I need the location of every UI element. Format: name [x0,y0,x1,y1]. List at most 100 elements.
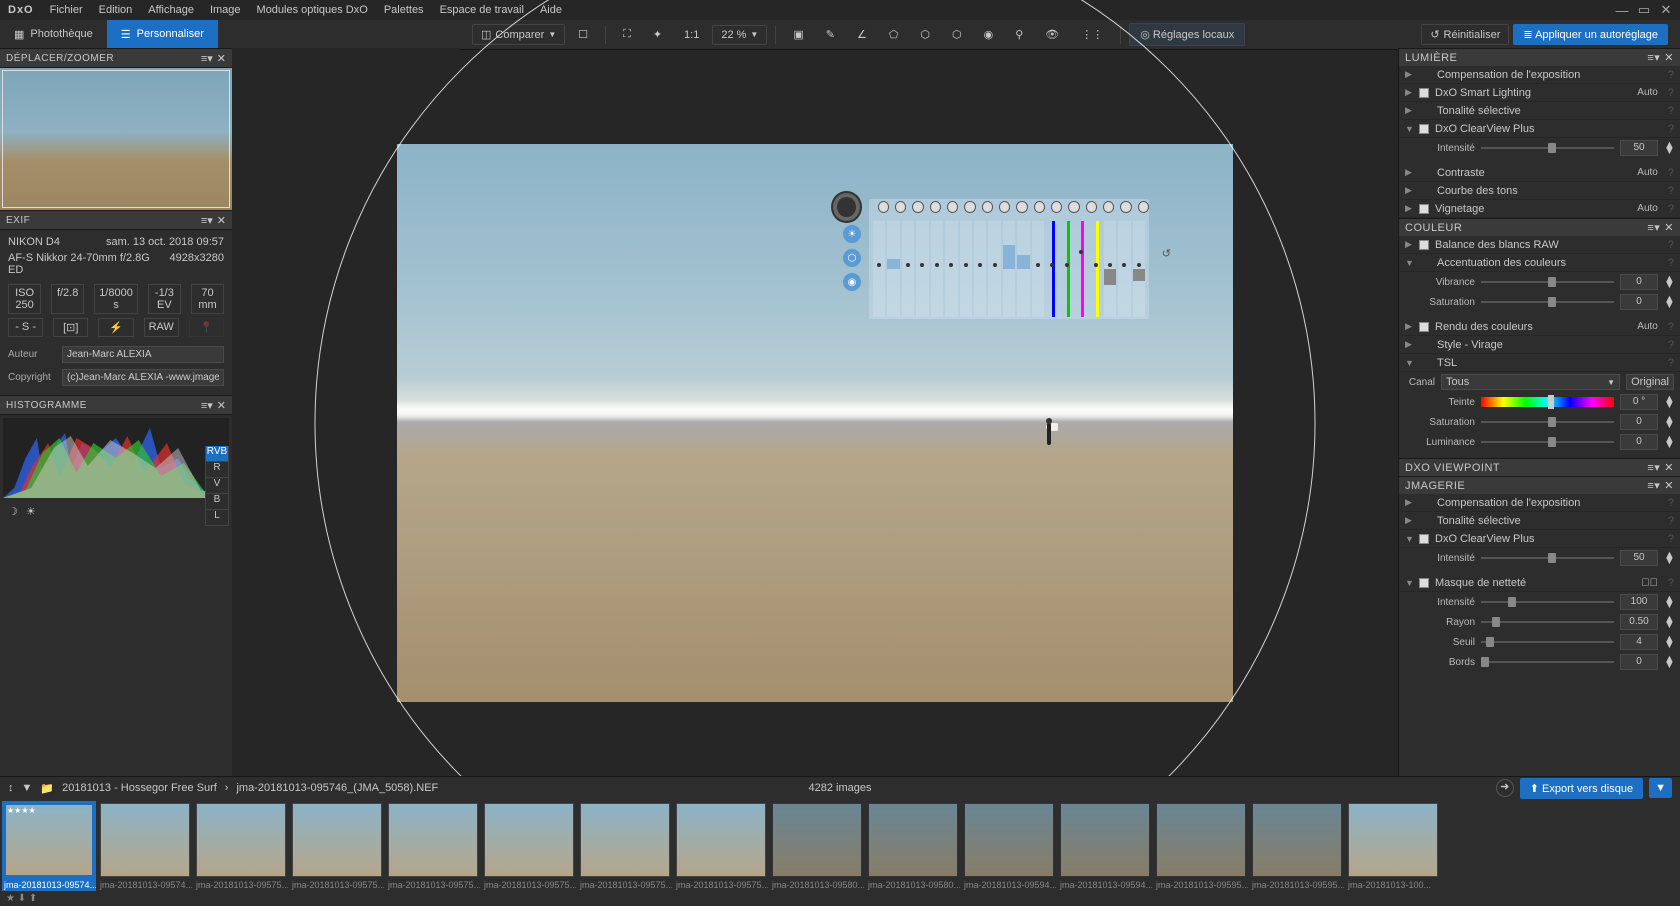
thumbnail-item[interactable]: jma-20181013-09594... [1058,801,1152,891]
thumbnail-item[interactable]: jma-20181013-09595... [1250,801,1344,891]
mask-visibility-icon[interactable]: 👁⃠ [1641,577,1658,589]
thumbnail-item[interactable]: jma-20181013-09575... [674,801,768,891]
param-hsl[interactable]: ▼TSL? [1399,354,1680,372]
tab-personnaliser[interactable]: ☰ Personnaliser [107,20,218,48]
thumbnail-item[interactable]: jma-20181013-09580... [770,801,864,891]
breadcrumb-folder[interactable]: 20181013 - Hossegor Free Surf [62,782,217,794]
eq-icon[interactable] [1016,201,1027,213]
rating-bar[interactable]: ★ ⬇ ⬆ [0,891,43,906]
param-style-toning[interactable]: ▶Style - Virage? [1399,336,1680,354]
histo-tab-b[interactable]: B [205,494,229,510]
eq-icon[interactable] [999,201,1010,213]
original-button[interactable]: Original [1626,374,1674,390]
grid-tool[interactable]: ⋮⋮ [1072,24,1112,45]
slider-mask-threshold[interactable]: Seuil4▲▼ [1399,632,1680,652]
eq-icon[interactable] [982,201,993,213]
export-button[interactable]: ⬆ Export vers disque [1520,778,1643,799]
section-lumiere[interactable]: LUMIÈRE≡▾✕ [1399,48,1680,66]
param-color-rendering[interactable]: ▶Rendu des couleursAuto? [1399,318,1680,336]
close-button[interactable]: ✕ [1660,4,1672,16]
breadcrumb-file[interactable]: jma-20181013-095746_(JMA_5058).NEF [236,782,438,794]
eq-icon[interactable] [1034,201,1045,213]
param-selective-tone-2[interactable]: ▶Tonalité sélective? [1399,512,1680,530]
param-white-balance[interactable]: ▶Balance des blancs RAW? [1399,236,1680,254]
eq-light-button[interactable]: ☀ [843,225,861,243]
slider-luminance[interactable]: Luminance0▲▼ [1399,432,1680,452]
eq-icon[interactable] [912,201,923,213]
slider-hsl-saturation[interactable]: Saturation0▲▼ [1399,412,1680,432]
navigator-preview[interactable] [0,68,232,210]
param-selective-tone[interactable]: ▶Tonalité sélective? [1399,102,1680,120]
param-exposure-comp[interactable]: ▶Compensation de l'exposition? [1399,66,1680,84]
eq-icon[interactable] [1086,201,1097,213]
maximize-button[interactable]: ▭ [1638,4,1650,16]
redeye-tool[interactable]: ⚲ [1006,24,1032,45]
thumbnail-item[interactable]: ★★★★jma-20181013-09574... [2,801,96,891]
slider-clearview-intensity[interactable]: Intensité50▲▼ [1399,138,1680,158]
histogram-display[interactable] [3,418,229,498]
apply-preset-button[interactable]: ≣ Appliquer un autoréglage [1513,24,1668,45]
param-tone-curve[interactable]: ▶Courbe des tons? [1399,182,1680,200]
panel-close-icon[interactable]: ✕ [217,52,226,65]
panel-close-icon[interactable]: ✕ [217,399,226,412]
slider-mask-radius[interactable]: Rayon0.50▲▼ [1399,612,1680,632]
panel-menu-icon[interactable]: ≡▾ [1647,221,1660,234]
eq-color-button[interactable]: ⬡ [843,249,861,267]
thumbnail-item[interactable]: jma-20181013-09594... [962,801,1056,891]
eq-icon[interactable] [1138,201,1149,213]
histo-tab-r[interactable]: R [205,462,229,478]
eq-icon[interactable] [895,201,906,213]
folder-icon[interactable]: 📁 [40,782,54,795]
channel-select[interactable]: Tous▼ [1441,374,1620,390]
eq-icon[interactable] [930,201,941,213]
panel-menu-icon[interactable]: ≡▾ [201,214,213,227]
panel-menu-icon[interactable]: ≡▾ [1647,461,1660,474]
param-contrast[interactable]: ▶ContrasteAuto? [1399,164,1680,182]
equalizer-overlay[interactable]: ☀ ⬡ ◉ [869,199,1149,319]
equalizer-bars[interactable] [873,221,1145,317]
thumbnail-item[interactable]: jma-20181013-09595... [1154,801,1248,891]
local-adjustments-button[interactable]: ◎ Réglages locaux [1129,23,1245,46]
panel-close-icon[interactable]: ✕ [1664,461,1674,474]
eq-reset-icon[interactable]: ↺ [1162,247,1171,260]
thumbnail-item[interactable]: jma-20181013-09575... [386,801,480,891]
slider-saturation[interactable]: Saturation0▲▼ [1399,292,1680,312]
menu-view[interactable]: Affichage [148,4,194,16]
param-clearview[interactable]: ▼DxO ClearView Plus? [1399,120,1680,138]
filmstrip[interactable]: ★★★★jma-20181013-09574... jma-20181013-09… [0,799,1680,893]
export-target-icon[interactable]: ➜ [1496,779,1514,797]
eq-icon[interactable] [1051,201,1062,213]
sort-icon[interactable]: ↕ [8,782,14,794]
eq-detail-button[interactable]: ◉ [843,273,861,291]
menu-file[interactable]: Fichier [50,4,83,16]
eq-icon[interactable] [1103,201,1114,213]
local-adjustment-circle[interactable] [277,24,1353,822]
copyright-input[interactable] [62,369,224,386]
section-couleur[interactable]: COULEUR≡▾✕ [1399,218,1680,236]
thumbnail-item[interactable]: jma-20181013-09575... [578,801,672,891]
panel-menu-icon[interactable]: ≡▾ [201,52,213,65]
shadow-clip-icon[interactable]: ☽ [8,505,18,518]
section-viewpoint[interactable]: DXO VIEWPOINT≡▾✕ [1399,458,1680,476]
thumbnail-item[interactable]: jma-20181013-09575... [290,801,384,891]
tab-phototheque[interactable]: ▦ Photothèque [0,20,107,48]
compare-button[interactable]: ◫ Comparer ▼ [472,24,565,45]
thumbnail-item[interactable]: jma-20181013-09575... [482,801,576,891]
menu-image[interactable]: Image [210,4,241,16]
zoom-percent[interactable]: 22 % ▼ [712,25,767,45]
thumbnail-item[interactable]: jma-20181013-09580... [866,801,960,891]
thumbnail-item[interactable]: jma-20181013-100... [1346,801,1440,891]
photo-canvas[interactable]: ☀ ⬡ ◉ [397,144,1233,702]
zoom-fit-icon[interactable]: ✦ [644,24,671,45]
thumbnail-item[interactable]: jma-20181013-09575... [194,801,288,891]
zoom-11-button[interactable]: 1:1 [675,25,708,45]
preview-tool[interactable]: 👁 [1036,24,1068,45]
menu-workspace[interactable]: Espace de travail [440,4,524,16]
eq-icon[interactable] [878,201,889,213]
param-clearview-2[interactable]: ▼DxO ClearView Plus? [1399,530,1680,548]
eq-icon[interactable] [947,201,958,213]
param-unsharp-mask[interactable]: ▼Masque de netteté👁⃠? [1399,574,1680,592]
panel-close-icon[interactable]: ✕ [1664,221,1674,234]
single-view-button[interactable]: ☐ [569,24,597,45]
panel-close-icon[interactable]: ✕ [1664,479,1674,492]
